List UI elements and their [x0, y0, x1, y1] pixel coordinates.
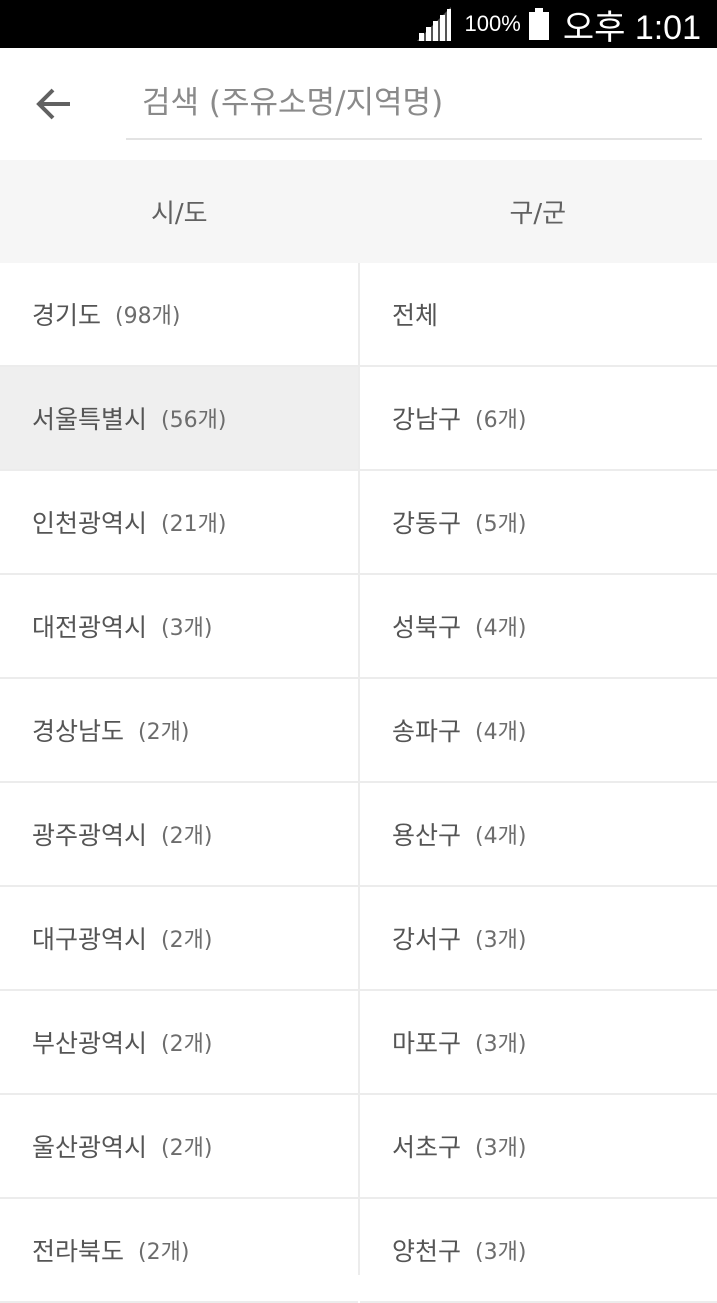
district-item-label: 강서구	[392, 920, 461, 956]
battery-icon	[529, 8, 549, 40]
district-item-label: 강남구	[392, 400, 461, 436]
column-headers: 시/도 구/군	[0, 160, 717, 263]
district-item-count: (4개)	[475, 714, 526, 746]
province-item[interactable]: 울산광역시 (2개)	[0, 1095, 358, 1199]
province-item[interactable]: 서울특별시 (56개)	[0, 367, 358, 471]
province-item[interactable]: 전라북도 (2개)	[0, 1199, 358, 1303]
status-bar: 100% 오후 1:01	[0, 0, 717, 48]
district-item-count: (3개)	[475, 1130, 526, 1162]
district-item-label: 양천구	[392, 1232, 461, 1268]
district-list: 전체강남구 (6개) 강동구 (5개) 성북구 (4개) 송파구 (4개) 용산구 (4개) 강서구…	[358, 263, 717, 1275]
search-field	[126, 70, 702, 140]
district-item-label: 용산구	[392, 816, 461, 852]
province-item[interactable]: 경상남도 (2개)	[0, 679, 358, 783]
arrow-left-icon	[36, 88, 72, 120]
province-header: 시/도	[0, 160, 359, 263]
province-item-count: (2개)	[161, 1130, 212, 1162]
district-item[interactable]: 마포구 (3개)	[360, 991, 717, 1095]
district-header: 구/군	[359, 160, 717, 263]
province-item-label: 대구광역시	[32, 920, 147, 956]
district-item[interactable]: 용산구 (4개)	[360, 783, 717, 887]
province-item-count: (2개)	[161, 1026, 212, 1058]
province-item[interactable]: 대전광역시 (3개)	[0, 575, 358, 679]
district-item-count: (3개)	[475, 1234, 526, 1266]
district-item-label: 전체	[392, 296, 438, 332]
district-item[interactable]: 송파구 (4개)	[360, 679, 717, 783]
district-item[interactable]: 강동구 (5개)	[360, 471, 717, 575]
province-item-count: (3개)	[161, 610, 212, 642]
district-item-count: (3개)	[475, 922, 526, 954]
district-item[interactable]: 전체	[360, 263, 717, 367]
province-item-count: (2개)	[161, 818, 212, 850]
province-item-label: 서울특별시	[32, 400, 147, 436]
district-item-label: 성북구	[392, 608, 461, 644]
district-item-count: (6개)	[475, 402, 526, 434]
district-item-count: (3개)	[475, 1026, 526, 1058]
region-lists: 경기도 (98개) 서울특별시 (56개) 인천광역시 (21개) 대전광역시 (3개) 경상남…	[0, 263, 717, 1275]
province-list: 경기도 (98개) 서울특별시 (56개) 인천광역시 (21개) 대전광역시 (3개) 경상남…	[0, 263, 358, 1275]
battery-percent: 100%	[465, 11, 521, 37]
district-item[interactable]: 강남구 (6개)	[360, 367, 717, 471]
district-item-count: (5개)	[475, 506, 526, 538]
province-item-label: 광주광역시	[32, 816, 147, 852]
province-item-label: 인천광역시	[32, 504, 147, 540]
province-item-label: 울산광역시	[32, 1128, 147, 1164]
district-item[interactable]: 양천구 (3개)	[360, 1199, 717, 1303]
province-item-count: (21개)	[161, 506, 226, 538]
district-item[interactable]: 서초구 (3개)	[360, 1095, 717, 1199]
district-item-count: (4개)	[475, 818, 526, 850]
province-item-label: 경기도	[32, 296, 101, 332]
district-item[interactable]: 성북구 (4개)	[360, 575, 717, 679]
province-item-label: 대전광역시	[32, 608, 147, 644]
province-item[interactable]: 대구광역시 (2개)	[0, 887, 358, 991]
province-item-count: (98개)	[115, 298, 180, 330]
district-item-label: 서초구	[392, 1128, 461, 1164]
district-item-count: (4개)	[475, 610, 526, 642]
district-item-label: 송파구	[392, 712, 461, 748]
clock: 오후 1:01	[563, 0, 701, 49]
province-item-count: (2개)	[138, 1234, 189, 1266]
province-item[interactable]: 인천광역시 (21개)	[0, 471, 358, 575]
province-item-label: 전라북도	[32, 1232, 124, 1268]
search-toolbar	[0, 48, 717, 160]
district-item-label: 마포구	[392, 1024, 461, 1060]
province-item[interactable]: 부산광역시 (2개)	[0, 991, 358, 1095]
province-item-label: 경상남도	[32, 712, 124, 748]
district-item-label: 강동구	[392, 504, 461, 540]
district-item[interactable]: 강서구 (3개)	[360, 887, 717, 991]
signal-icon	[417, 7, 451, 41]
back-button[interactable]	[22, 76, 86, 132]
province-item-count: (2개)	[138, 714, 189, 746]
search-input[interactable]	[126, 70, 702, 136]
province-item-label: 부산광역시	[32, 1024, 147, 1060]
province-item[interactable]: 경기도 (98개)	[0, 263, 358, 367]
province-item-count: (2개)	[161, 922, 212, 954]
province-item[interactable]: 광주광역시 (2개)	[0, 783, 358, 887]
province-item-count: (56개)	[161, 402, 226, 434]
